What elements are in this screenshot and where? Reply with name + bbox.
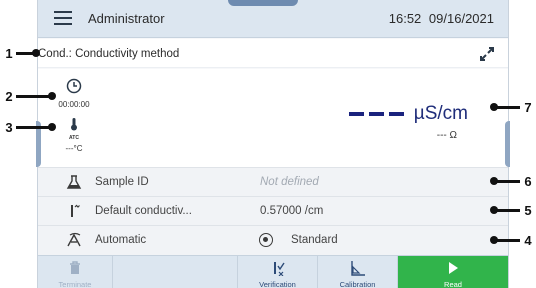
atc-label: ATC bbox=[69, 135, 79, 141]
timer: 00:00:00 bbox=[52, 78, 96, 109]
callout-2-line bbox=[16, 92, 56, 100]
resistance-value: --- Ω bbox=[436, 130, 457, 141]
menu-icon[interactable] bbox=[54, 11, 72, 27]
header-bar: Administrator 16:52 09/16/2021 bbox=[38, 0, 508, 38]
cell-constant-label: Default conductiv... bbox=[95, 205, 192, 217]
callout-3-number: 3 bbox=[5, 120, 13, 135]
callout-5-line bbox=[490, 206, 520, 214]
play-icon bbox=[449, 262, 458, 274]
expand-icon[interactable] bbox=[478, 45, 496, 63]
standard-radio-label: Standard bbox=[291, 234, 338, 246]
sample-id-label: Sample ID bbox=[95, 176, 149, 188]
cell-constant-value: 0.57000 /cm bbox=[260, 205, 324, 217]
value-unit: µS/cm bbox=[413, 103, 468, 124]
callout-1-number: 1 bbox=[5, 46, 13, 61]
temperature-value: ---°C bbox=[65, 144, 83, 153]
terminate-label: Terminate bbox=[58, 280, 92, 288]
calibration-label: Calibration bbox=[339, 280, 376, 288]
calibration-icon bbox=[350, 261, 365, 276]
beaker-icon bbox=[66, 175, 82, 189]
thermometer-icon bbox=[71, 118, 77, 131]
callout-2-number: 2 bbox=[5, 89, 13, 104]
timer-value: 00:00:00 bbox=[58, 100, 90, 109]
right-side-tab[interactable] bbox=[505, 121, 510, 167]
callout-7-number: 7 bbox=[524, 100, 532, 115]
callout-6-line bbox=[490, 177, 520, 185]
callout-1-line bbox=[16, 49, 40, 57]
clock-icon bbox=[66, 78, 82, 94]
meter-screen: Administrator 16:52 09/16/2021 Cond.: Co… bbox=[36, 0, 510, 288]
empty-button-slot bbox=[113, 256, 238, 288]
read-label: Read bbox=[444, 280, 462, 288]
callout-7-line bbox=[490, 103, 520, 111]
instrument-display: Administrator 16:52 09/16/2021 Cond.: Co… bbox=[0, 0, 536, 288]
method-name: Cond.: Conductivity method bbox=[38, 48, 180, 60]
conductivity-value: µS/cm bbox=[348, 99, 468, 129]
callout-3-line bbox=[16, 123, 56, 131]
sample-id-value: Not defined bbox=[260, 176, 319, 188]
verification-button[interactable]: Verification bbox=[238, 256, 318, 288]
clock: 16:52 09/16/2021 bbox=[389, 11, 494, 26]
callout-4-number: 4 bbox=[524, 233, 532, 248]
method-row[interactable]: Cond.: Conductivity method bbox=[38, 39, 508, 68]
calibration-button[interactable]: Calibration bbox=[318, 256, 398, 288]
sample-id-row[interactable]: Sample ID Not defined bbox=[38, 167, 508, 196]
action-bar: Terminate Verification Calibration Read bbox=[38, 255, 508, 288]
callout-4-line bbox=[490, 236, 520, 244]
sensor-icon bbox=[71, 204, 80, 217]
temperature: ATC ---°C bbox=[52, 117, 96, 153]
endpoint-row[interactable]: Automatic Standard bbox=[38, 225, 508, 255]
callout-5-number: 5 bbox=[524, 203, 532, 218]
date: 09/16/2021 bbox=[428, 11, 494, 26]
callout-6-number: 6 bbox=[524, 174, 532, 189]
time: 16:52 bbox=[388, 11, 422, 26]
verification-label: Verification bbox=[259, 280, 296, 288]
standard-radio[interactable] bbox=[259, 233, 273, 247]
top-handle[interactable] bbox=[228, 0, 298, 6]
value-placeholder bbox=[348, 112, 404, 116]
read-button[interactable]: Read bbox=[398, 256, 508, 288]
measurement-display: 00:00:00 ATC ---°C µS/cm --- Ω bbox=[36, 69, 510, 167]
verification-icon bbox=[273, 262, 285, 276]
user-name: Administrator bbox=[88, 11, 165, 26]
endpoint-icon bbox=[67, 232, 81, 247]
trash-icon bbox=[70, 261, 80, 274]
cell-constant-row[interactable]: Default conductiv... 0.57000 /cm bbox=[38, 196, 508, 225]
terminate-button[interactable]: Terminate bbox=[38, 256, 113, 288]
endpoint-label: Automatic bbox=[95, 234, 147, 246]
